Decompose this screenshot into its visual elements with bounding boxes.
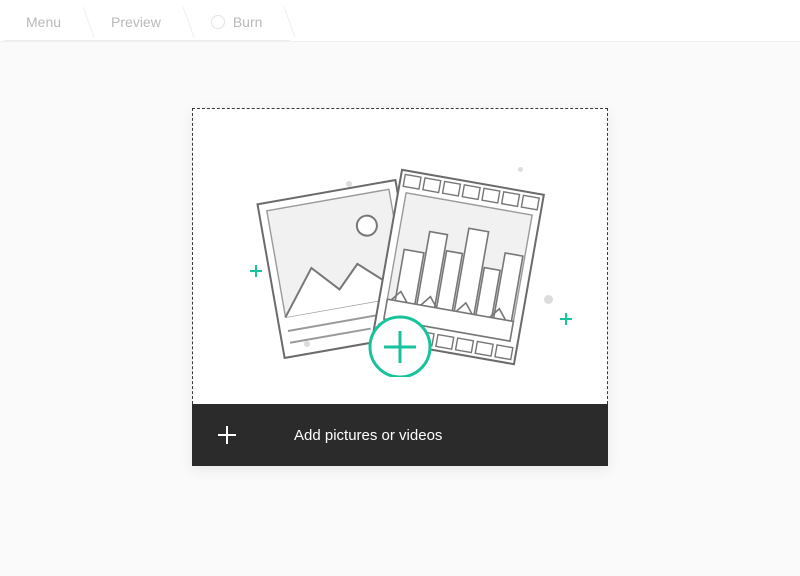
tab-bar: Menu Preview Burn [0,0,800,42]
decor-dot [346,181,352,187]
disc-icon [211,15,225,29]
workspace: Add pictures or videos [0,42,800,576]
plus-icon [560,313,572,325]
tab-label: Burn [233,14,263,30]
add-circle-icon [370,317,430,377]
tab-menu[interactable]: Menu [4,3,89,41]
media-illustration [220,137,580,377]
tab-label: Preview [111,14,161,30]
decor-dot [544,295,553,304]
plus-icon [218,426,236,444]
decor-dot [304,341,310,347]
add-media-label: Add pictures or videos [294,427,442,444]
media-card: Add pictures or videos [192,108,608,466]
tab-preview[interactable]: Preview [89,3,189,41]
tab-burn[interactable]: Burn [189,3,291,41]
plus-icon [250,265,262,277]
add-media-button[interactable]: Add pictures or videos [192,404,608,466]
tab-label: Menu [26,14,61,30]
drop-zone[interactable] [192,108,608,404]
media-svg [220,137,580,377]
decor-dot [518,167,523,172]
